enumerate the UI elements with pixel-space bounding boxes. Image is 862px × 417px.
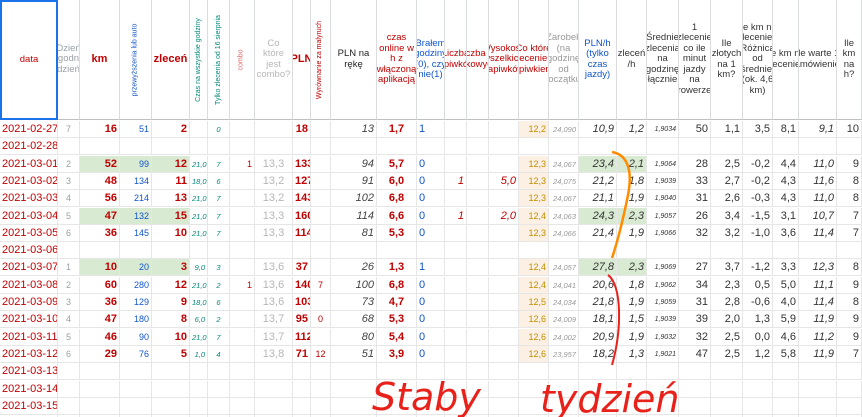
red-bracket (607, 274, 620, 366)
annotation-text-right: tydzień (540, 377, 679, 417)
handwritten-annotation: Staby tydzień (372, 150, 679, 417)
orange-bracket (610, 150, 631, 259)
annotation-text-left: Staby (372, 375, 481, 417)
